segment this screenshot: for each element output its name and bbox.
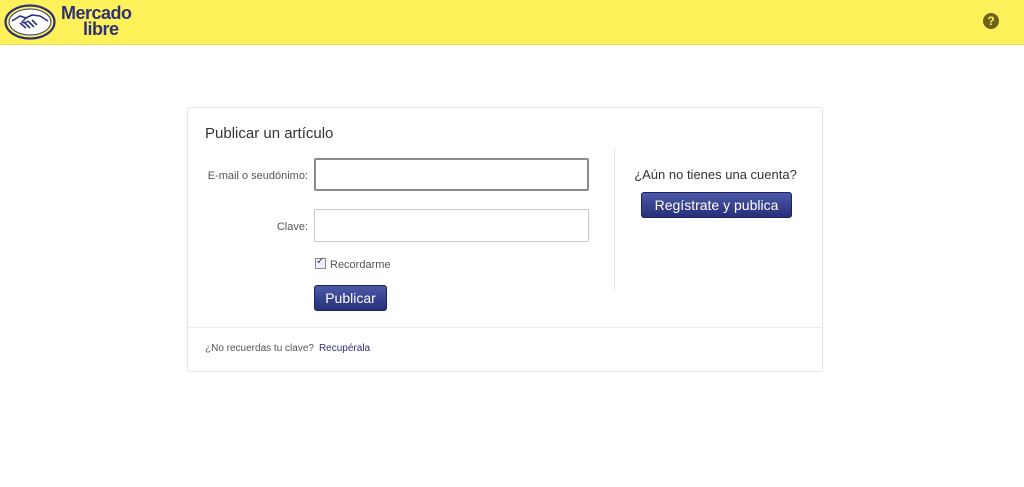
help-question-icon[interactable]: ?: [983, 13, 999, 29]
email-field[interactable]: [314, 158, 589, 191]
forgot-password-row: ¿No recuerdas tu clave? Recupérala: [205, 343, 370, 354]
footer-divider: [188, 327, 822, 328]
publish-button[interactable]: Publicar: [314, 285, 387, 311]
register-button[interactable]: Regístrate y publica: [641, 192, 792, 218]
password-label: Clave:: [276, 221, 308, 233]
no-account-prompt: ¿Aún no tienes una cuenta?: [634, 167, 797, 182]
top-header: Mercado libre ?: [0, 0, 1024, 45]
mercadolibre-logo[interactable]: Mercado libre: [4, 4, 144, 40]
page-title: Publicar un artículo: [205, 125, 334, 142]
logo-wordmark: Mercado libre: [61, 4, 132, 39]
recover-password-link[interactable]: Recupérala: [319, 343, 370, 354]
remember-checkbox[interactable]: [315, 256, 326, 269]
logo-text-line2: libre: [83, 19, 119, 39]
column-divider: [614, 148, 615, 290]
login-card: Publicar un artículo E-mail o seudónimo:…: [187, 107, 823, 372]
email-label: E-mail o seudónimo:: [207, 170, 308, 182]
handshake-icon: [4, 4, 56, 40]
remember-label: Recordarme: [330, 259, 391, 271]
password-field[interactable]: [314, 209, 589, 242]
forgot-password-text: ¿No recuerdas tu clave?: [205, 343, 314, 354]
remember-me[interactable]: Recordarme: [315, 256, 391, 271]
